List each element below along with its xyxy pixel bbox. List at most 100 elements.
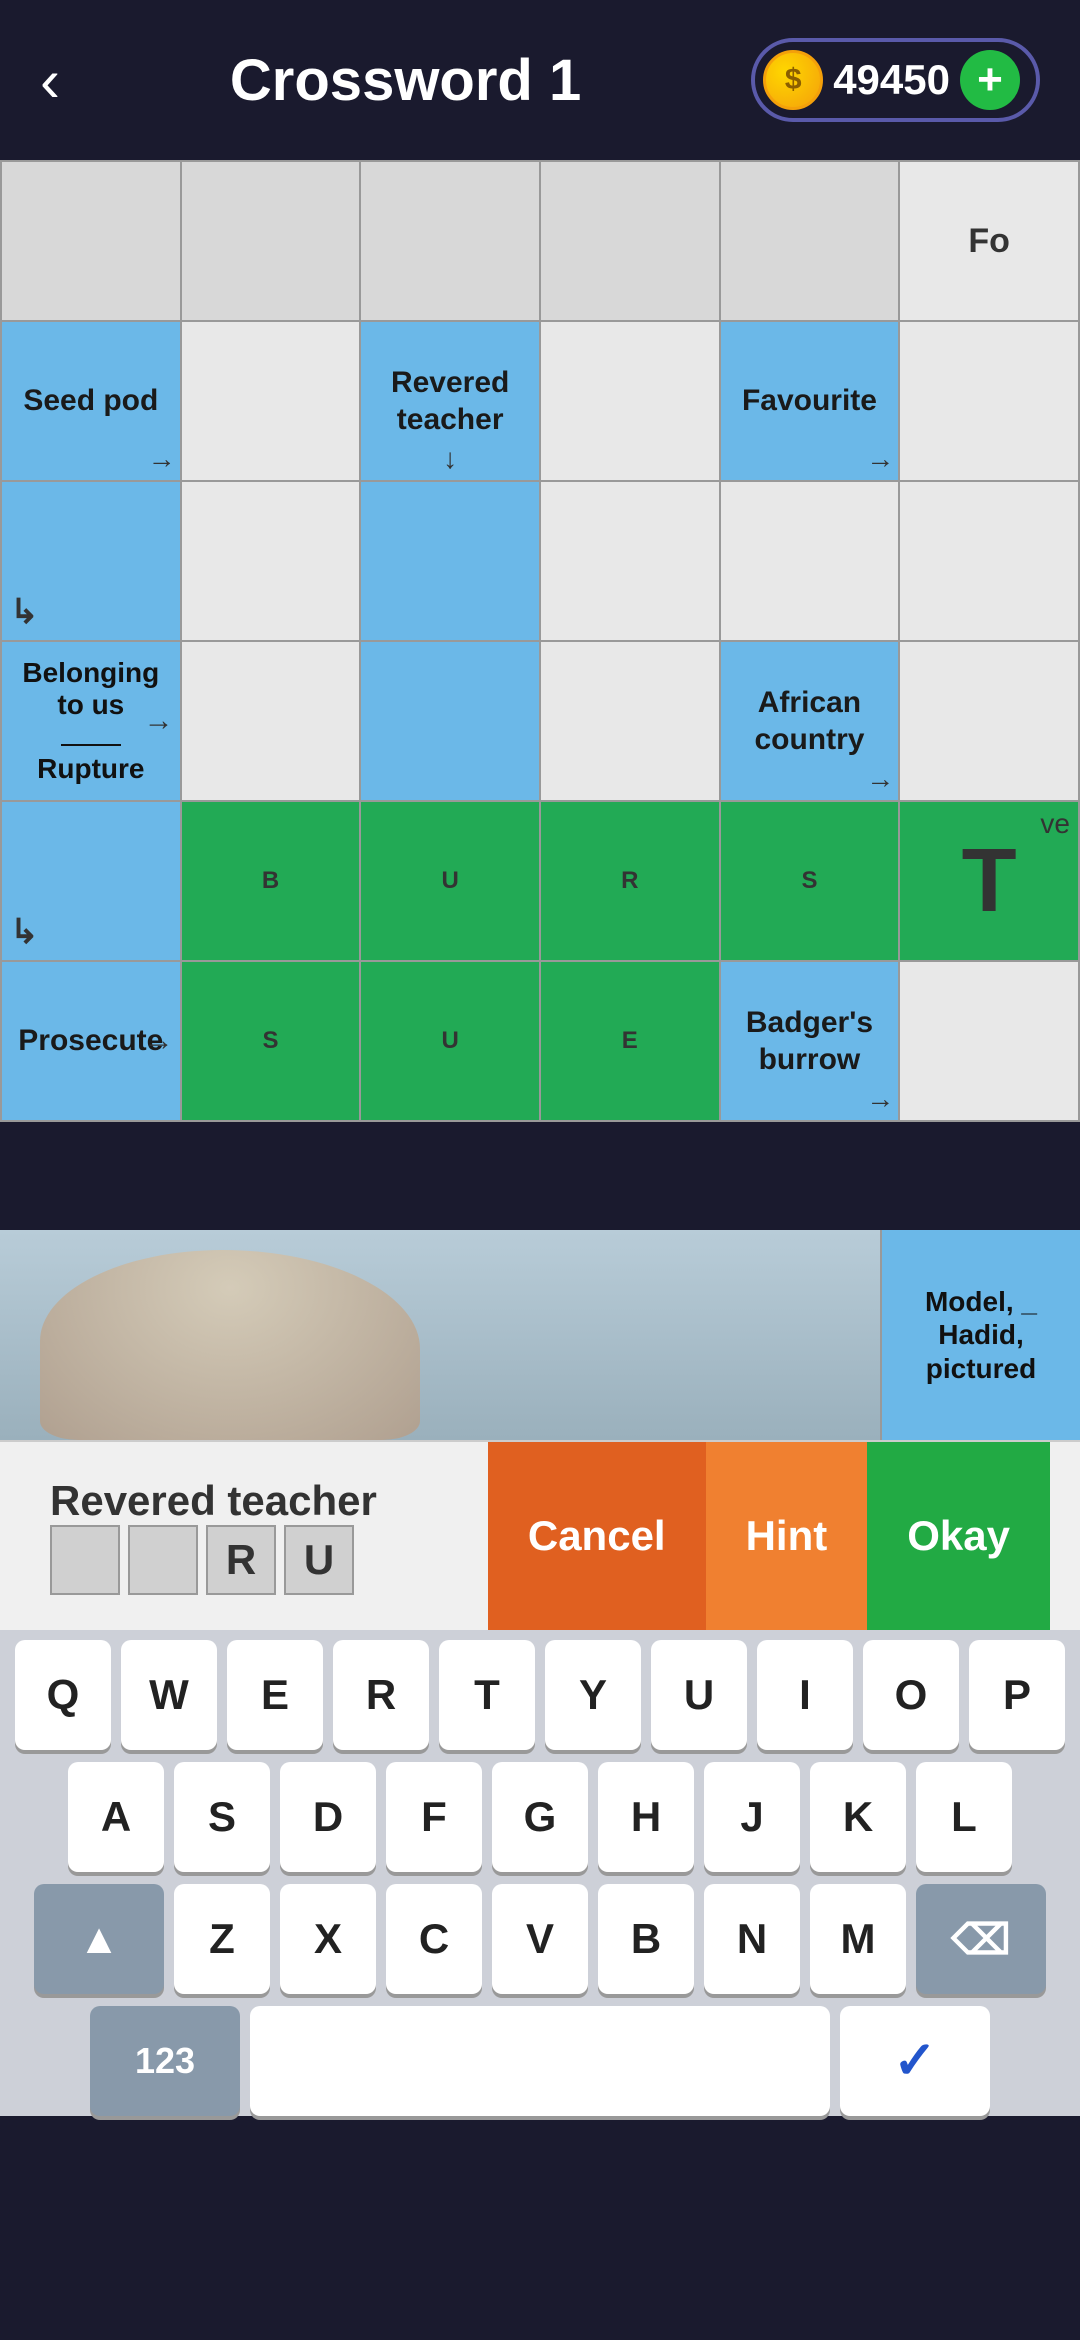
grid-row: ↳ bbox=[1, 481, 1079, 641]
grid-cell-letter[interactable]: S bbox=[720, 801, 900, 961]
key-j[interactable]: J bbox=[704, 1762, 800, 1872]
grid-cell-clue[interactable]: Badger's burrow bbox=[720, 961, 900, 1121]
grid-cell bbox=[1, 161, 181, 321]
key-l[interactable]: L bbox=[916, 1762, 1012, 1872]
grid-cell-letter[interactable]: U bbox=[360, 801, 540, 961]
grid-cell bbox=[360, 161, 540, 321]
key-u[interactable]: U bbox=[651, 1640, 747, 1750]
answer-box-2[interactable] bbox=[128, 1525, 198, 1595]
key-v[interactable]: V bbox=[492, 1884, 588, 1994]
keyboard: Q W E R T Y U I O P A S D F G H J K L ▲ … bbox=[0, 1630, 1080, 2116]
grid-row: Belonging to us Rupture → African countr… bbox=[1, 641, 1079, 801]
grid-cell[interactable]: ↳ bbox=[1, 481, 181, 641]
key-o[interactable]: O bbox=[863, 1640, 959, 1750]
crossword-grid: Fo Seed pod Revered teacher Favourite ↳ bbox=[0, 160, 1080, 1230]
grid-cell-clue[interactable]: Model, _ Hadid, pictured bbox=[880, 1230, 1080, 1440]
key-a[interactable]: A bbox=[68, 1762, 164, 1872]
clue-bar-left: Revered teacher R U bbox=[30, 1467, 468, 1605]
grid-cell-clue[interactable]: Prosecute → bbox=[1, 961, 181, 1121]
delete-key[interactable]: ⌫ bbox=[916, 1884, 1046, 1994]
grid-cell[interactable] bbox=[360, 481, 540, 641]
grid-cell[interactable] bbox=[181, 641, 361, 801]
key-b[interactable]: B bbox=[598, 1884, 694, 1994]
grid-cell[interactable] bbox=[540, 321, 720, 481]
key-w[interactable]: W bbox=[121, 1640, 217, 1750]
grid-table: Fo Seed pod Revered teacher Favourite ↳ bbox=[0, 160, 1080, 1122]
grid-cell[interactable]: ↳ bbox=[1, 801, 181, 961]
confirm-key[interactable]: ✓ bbox=[840, 2006, 990, 2116]
grid-cell[interactable] bbox=[899, 321, 1079, 481]
grid-cell[interactable] bbox=[720, 481, 900, 641]
grid-cell bbox=[720, 161, 900, 321]
answer-boxes: R U bbox=[50, 1525, 448, 1595]
back-button[interactable]: ‹ bbox=[40, 46, 60, 115]
grid-cell bbox=[540, 161, 720, 321]
coins-amount: 49450 bbox=[833, 56, 950, 104]
keyboard-row-2: A S D F G H J K L bbox=[8, 1762, 1072, 1872]
key-k[interactable]: K bbox=[810, 1762, 906, 1872]
numbers-key[interactable]: 123 bbox=[90, 2006, 240, 2116]
cancel-button[interactable]: Cancel bbox=[488, 1442, 706, 1630]
key-x[interactable]: X bbox=[280, 1884, 376, 1994]
key-m[interactable]: M bbox=[810, 1884, 906, 1994]
grid-cell[interactable] bbox=[899, 961, 1079, 1121]
key-p[interactable]: P bbox=[969, 1640, 1065, 1750]
grid-cell[interactable] bbox=[899, 641, 1079, 801]
grid-cell-letter[interactable]: U bbox=[360, 961, 540, 1121]
grid-cell[interactable] bbox=[540, 641, 720, 801]
key-c[interactable]: C bbox=[386, 1884, 482, 1994]
grid-cell bbox=[181, 161, 361, 321]
grid-cell-clue[interactable]: Favourite bbox=[720, 321, 900, 481]
key-g[interactable]: G bbox=[492, 1762, 588, 1872]
key-y[interactable]: Y bbox=[545, 1640, 641, 1750]
grid-cell[interactable] bbox=[360, 641, 540, 801]
answer-box-4[interactable]: U bbox=[284, 1525, 354, 1595]
grid-cell-letter[interactable]: E bbox=[540, 961, 720, 1121]
grid-cell[interactable]: Fo bbox=[899, 161, 1079, 321]
coin-icon: $ bbox=[763, 50, 823, 110]
grid-cell-clue[interactable]: Revered teacher bbox=[360, 321, 540, 481]
grid-cell[interactable] bbox=[899, 481, 1079, 641]
key-e[interactable]: E bbox=[227, 1640, 323, 1750]
shift-key[interactable]: ▲ bbox=[34, 1884, 164, 1994]
key-i[interactable]: I bbox=[757, 1640, 853, 1750]
key-r[interactable]: R bbox=[333, 1640, 429, 1750]
grid-cell-letter[interactable]: S bbox=[181, 961, 361, 1121]
answer-box-3[interactable]: R bbox=[206, 1525, 276, 1595]
key-h[interactable]: H bbox=[598, 1762, 694, 1872]
grid-cell[interactable] bbox=[181, 321, 361, 481]
grid-cell-letter[interactable]: B bbox=[181, 801, 361, 961]
grid-row: Prosecute → S U E Badger's burrow bbox=[1, 961, 1079, 1121]
answer-box-1[interactable] bbox=[50, 1525, 120, 1595]
grid-cell[interactable] bbox=[540, 481, 720, 641]
okay-button[interactable]: Okay bbox=[867, 1442, 1050, 1630]
grid-cell-clue[interactable]: Seed pod bbox=[1, 321, 181, 481]
keyboard-row-3: ▲ Z X C V B N M ⌫ bbox=[8, 1884, 1072, 1994]
add-coins-button[interactable]: + bbox=[960, 50, 1020, 110]
person-image bbox=[40, 1250, 420, 1440]
space-key[interactable] bbox=[250, 2006, 830, 2116]
clue-action-buttons: Cancel Hint Okay bbox=[488, 1442, 1050, 1630]
keyboard-row-1: Q W E R T Y U I O P bbox=[8, 1640, 1072, 1750]
key-s[interactable]: S bbox=[174, 1762, 270, 1872]
key-f[interactable]: F bbox=[386, 1762, 482, 1872]
top-bar: ‹ Crossword 1 $ 49450 + bbox=[0, 0, 1080, 160]
grid-row: Seed pod Revered teacher Favourite bbox=[1, 321, 1079, 481]
page-title: Crossword 1 bbox=[230, 47, 581, 114]
hint-button[interactable]: Hint bbox=[706, 1442, 868, 1630]
keyboard-row-4: 123 ✓ bbox=[8, 2006, 1072, 2116]
grid-cell-letter[interactable]: R bbox=[540, 801, 720, 961]
grid-cell[interactable] bbox=[181, 481, 361, 641]
grid-cell-clue[interactable]: Belonging to us Rupture → bbox=[1, 641, 181, 801]
key-n[interactable]: N bbox=[704, 1884, 800, 1994]
grid-row: ↳ B U R S T ve bbox=[1, 801, 1079, 961]
key-z[interactable]: Z bbox=[174, 1884, 270, 1994]
image-row: Model, _ Hadid, pictured bbox=[0, 1230, 1080, 1440]
grid-cell-clue[interactable]: African country bbox=[720, 641, 900, 801]
grid-row: Fo bbox=[1, 161, 1079, 321]
key-t[interactable]: T bbox=[439, 1640, 535, 1750]
key-q[interactable]: Q bbox=[15, 1640, 111, 1750]
coins-badge: $ 49450 + bbox=[751, 38, 1040, 122]
key-d[interactable]: D bbox=[280, 1762, 376, 1872]
grid-cell-letter[interactable]: T ve bbox=[899, 801, 1079, 961]
